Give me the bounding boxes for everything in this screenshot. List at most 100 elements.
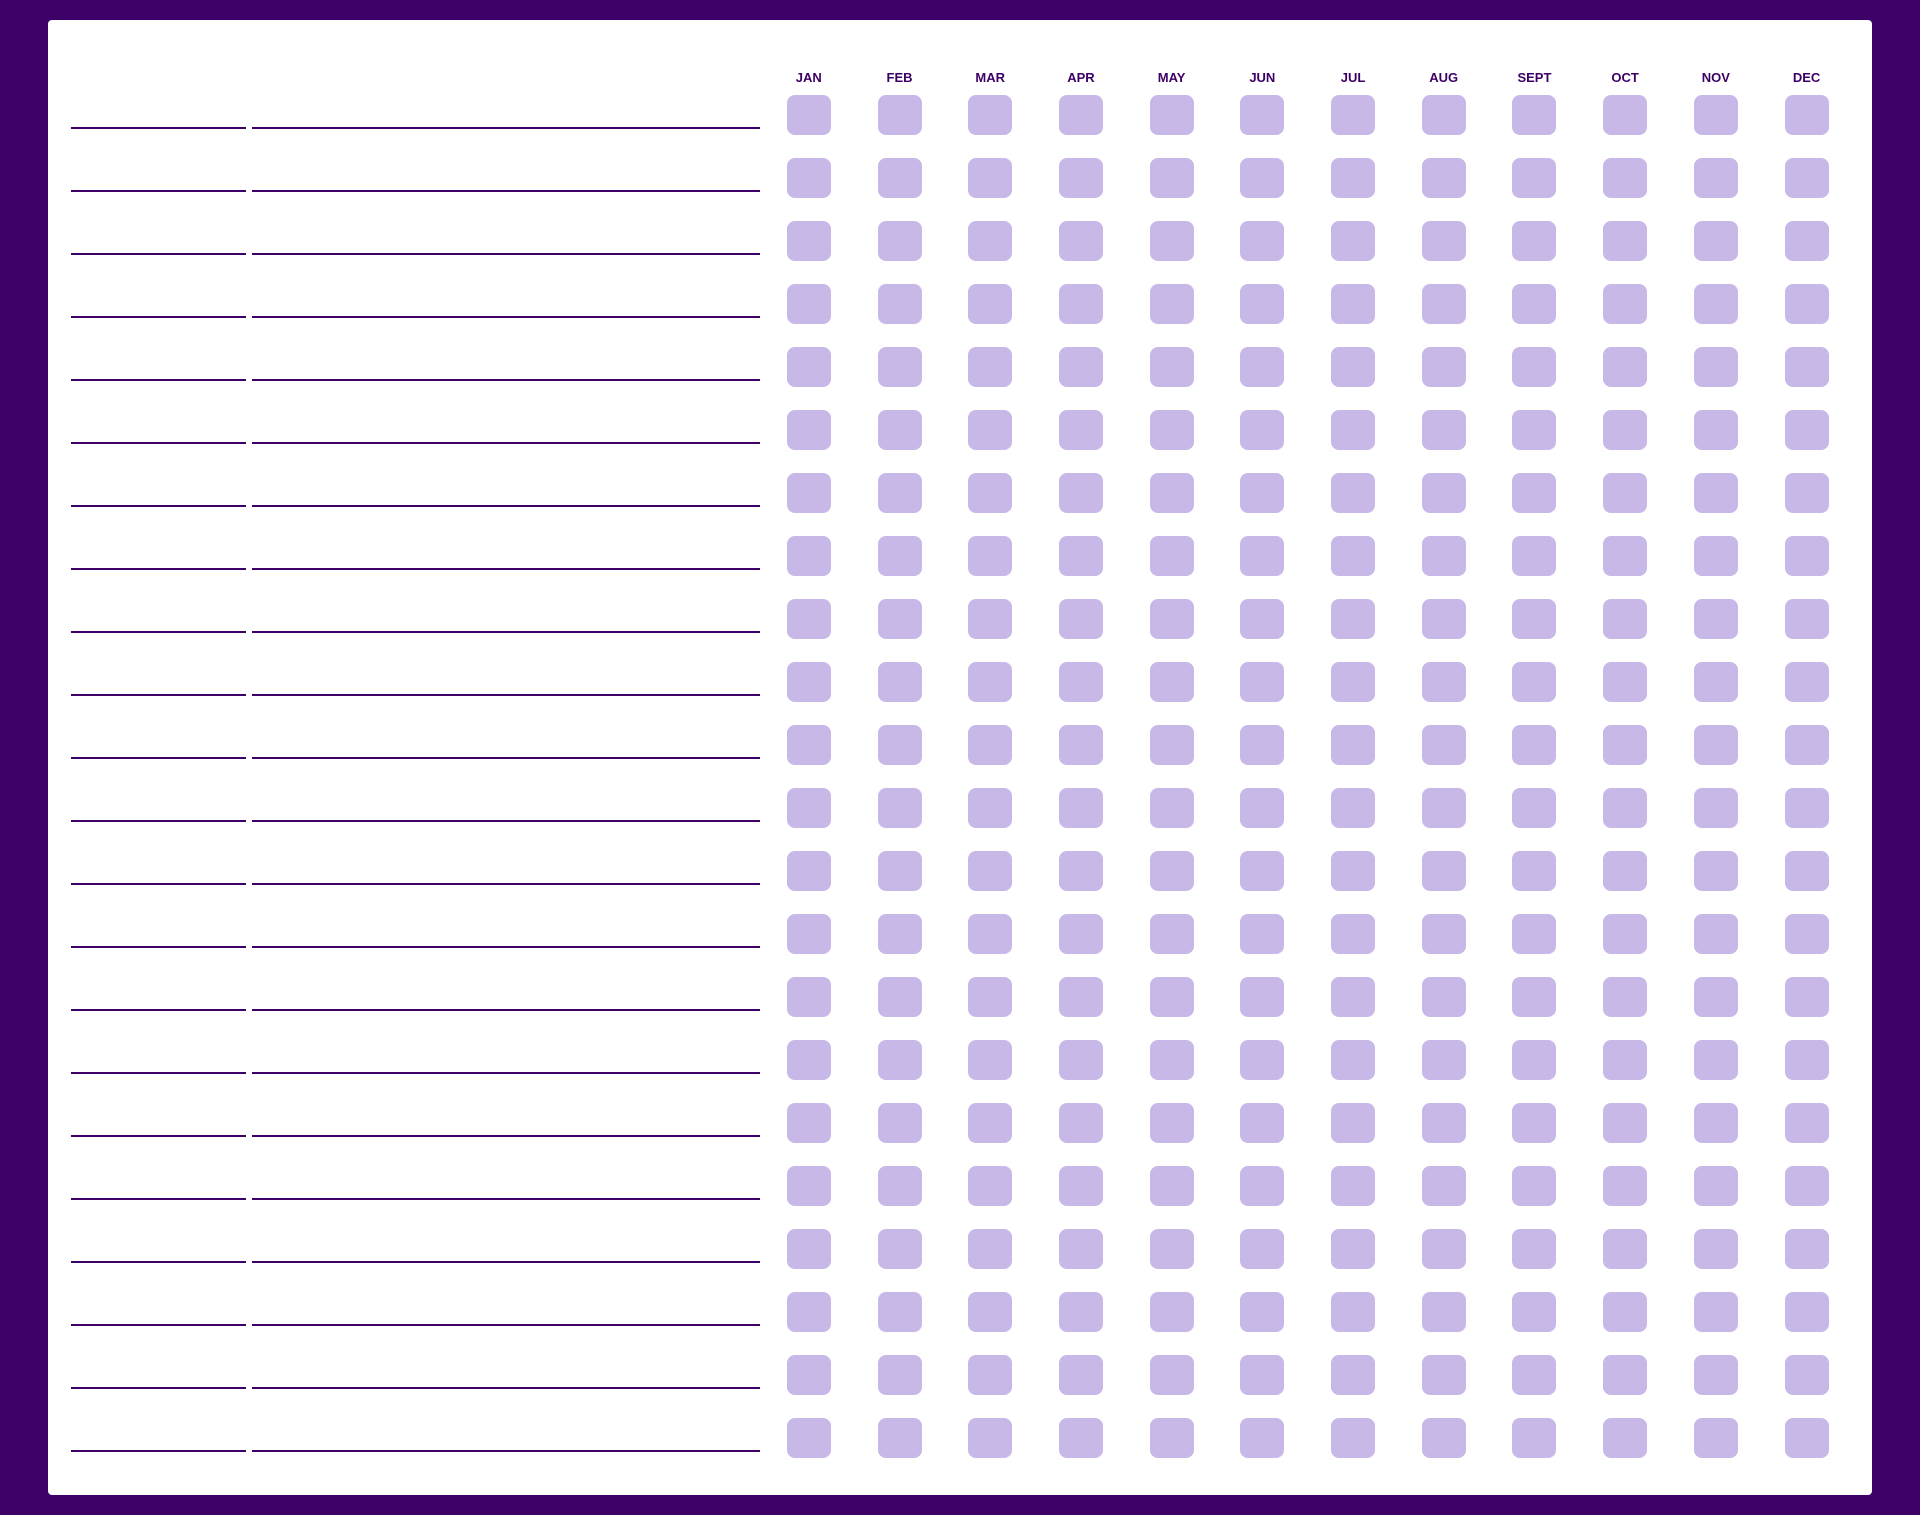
checkbox-mar[interactable] — [968, 221, 1012, 261]
checkbox-mar[interactable] — [968, 851, 1012, 891]
checkbox-jun[interactable] — [1240, 662, 1284, 702]
day-input-line[interactable] — [71, 1302, 246, 1326]
checkbox-aug[interactable] — [1422, 347, 1466, 387]
bill-input-line[interactable] — [252, 987, 760, 1011]
bill-input-line[interactable] — [252, 483, 760, 507]
checkbox-jun[interactable] — [1240, 977, 1284, 1017]
checkbox-dec[interactable] — [1785, 1040, 1829, 1080]
checkbox-oct[interactable] — [1603, 1418, 1647, 1458]
checkbox-may[interactable] — [1150, 1040, 1194, 1080]
checkbox-mar[interactable] — [968, 662, 1012, 702]
checkbox-mar[interactable] — [968, 1229, 1012, 1269]
checkbox-oct[interactable] — [1603, 536, 1647, 576]
bill-input-line[interactable] — [252, 1365, 760, 1389]
checkbox-sept[interactable] — [1512, 473, 1556, 513]
checkbox-dec[interactable] — [1785, 599, 1829, 639]
checkbox-nov[interactable] — [1694, 284, 1738, 324]
checkbox-sept[interactable] — [1512, 536, 1556, 576]
checkbox-jan[interactable] — [787, 221, 831, 261]
checkbox-feb[interactable] — [878, 599, 922, 639]
day-input-line[interactable] — [71, 105, 246, 129]
checkbox-jul[interactable] — [1331, 158, 1375, 198]
checkbox-jun[interactable] — [1240, 284, 1284, 324]
bill-input-line[interactable] — [252, 924, 760, 948]
checkbox-sept[interactable] — [1512, 347, 1556, 387]
checkbox-jun[interactable] — [1240, 536, 1284, 576]
checkbox-jun[interactable] — [1240, 1040, 1284, 1080]
checkbox-apr[interactable] — [1059, 1418, 1103, 1458]
checkbox-jun[interactable] — [1240, 347, 1284, 387]
checkbox-mar[interactable] — [968, 536, 1012, 576]
checkbox-dec[interactable] — [1785, 221, 1829, 261]
checkbox-feb[interactable] — [878, 1229, 922, 1269]
checkbox-feb[interactable] — [878, 914, 922, 954]
checkbox-jun[interactable] — [1240, 158, 1284, 198]
checkbox-apr[interactable] — [1059, 1103, 1103, 1143]
checkbox-jul[interactable] — [1331, 347, 1375, 387]
checkbox-feb[interactable] — [878, 410, 922, 450]
checkbox-mar[interactable] — [968, 473, 1012, 513]
checkbox-jun[interactable] — [1240, 221, 1284, 261]
day-input-line[interactable] — [71, 483, 246, 507]
checkbox-nov[interactable] — [1694, 158, 1738, 198]
checkbox-jan[interactable] — [787, 284, 831, 324]
checkbox-apr[interactable] — [1059, 158, 1103, 198]
checkbox-feb[interactable] — [878, 977, 922, 1017]
checkbox-apr[interactable] — [1059, 473, 1103, 513]
checkbox-feb[interactable] — [878, 473, 922, 513]
checkbox-apr[interactable] — [1059, 347, 1103, 387]
checkbox-jul[interactable] — [1331, 851, 1375, 891]
checkbox-apr[interactable] — [1059, 977, 1103, 1017]
day-input-line[interactable] — [71, 609, 246, 633]
checkbox-jun[interactable] — [1240, 599, 1284, 639]
checkbox-nov[interactable] — [1694, 1040, 1738, 1080]
checkbox-aug[interactable] — [1422, 788, 1466, 828]
checkbox-jul[interactable] — [1331, 788, 1375, 828]
checkbox-jan[interactable] — [787, 95, 831, 135]
checkbox-feb[interactable] — [878, 1355, 922, 1395]
checkbox-dec[interactable] — [1785, 536, 1829, 576]
checkbox-mar[interactable] — [968, 725, 1012, 765]
bill-input-line[interactable] — [252, 546, 760, 570]
checkbox-oct[interactable] — [1603, 410, 1647, 450]
checkbox-may[interactable] — [1150, 410, 1194, 450]
checkbox-oct[interactable] — [1603, 473, 1647, 513]
checkbox-jul[interactable] — [1331, 1229, 1375, 1269]
checkbox-mar[interactable] — [968, 1292, 1012, 1332]
checkbox-jun[interactable] — [1240, 788, 1284, 828]
checkbox-sept[interactable] — [1512, 221, 1556, 261]
day-input-line[interactable] — [71, 1113, 246, 1137]
checkbox-oct[interactable] — [1603, 1166, 1647, 1206]
checkbox-mar[interactable] — [968, 788, 1012, 828]
checkbox-aug[interactable] — [1422, 1292, 1466, 1332]
checkbox-mar[interactable] — [968, 1103, 1012, 1143]
checkbox-nov[interactable] — [1694, 1229, 1738, 1269]
checkbox-mar[interactable] — [968, 914, 1012, 954]
checkbox-apr[interactable] — [1059, 1355, 1103, 1395]
checkbox-aug[interactable] — [1422, 914, 1466, 954]
checkbox-oct[interactable] — [1603, 662, 1647, 702]
bill-input-line[interactable] — [252, 1050, 760, 1074]
checkbox-jul[interactable] — [1331, 599, 1375, 639]
checkbox-sept[interactable] — [1512, 662, 1556, 702]
checkbox-dec[interactable] — [1785, 1355, 1829, 1395]
checkbox-jan[interactable] — [787, 1166, 831, 1206]
checkbox-mar[interactable] — [968, 599, 1012, 639]
bill-input-line[interactable] — [252, 1113, 760, 1137]
checkbox-sept[interactable] — [1512, 158, 1556, 198]
bill-input-line[interactable] — [252, 1428, 760, 1452]
checkbox-mar[interactable] — [968, 284, 1012, 324]
checkbox-jan[interactable] — [787, 1355, 831, 1395]
checkbox-feb[interactable] — [878, 1103, 922, 1143]
checkbox-jul[interactable] — [1331, 221, 1375, 261]
bill-input-line[interactable] — [252, 735, 760, 759]
day-input-line[interactable] — [71, 1365, 246, 1389]
checkbox-oct[interactable] — [1603, 788, 1647, 828]
checkbox-nov[interactable] — [1694, 977, 1738, 1017]
checkbox-dec[interactable] — [1785, 914, 1829, 954]
checkbox-may[interactable] — [1150, 851, 1194, 891]
checkbox-nov[interactable] — [1694, 473, 1738, 513]
checkbox-apr[interactable] — [1059, 410, 1103, 450]
checkbox-nov[interactable] — [1694, 662, 1738, 702]
checkbox-jul[interactable] — [1331, 977, 1375, 1017]
